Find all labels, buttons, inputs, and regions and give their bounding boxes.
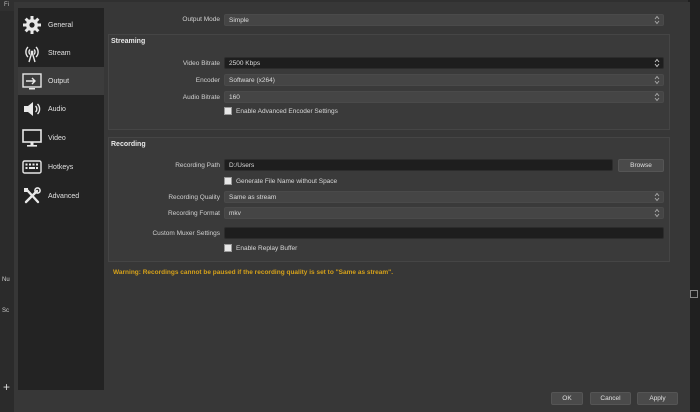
audio-bitrate-value: 160 [229,93,240,101]
output-mode-label: Output Mode [182,16,220,23]
background-right-control[interactable] [690,290,698,298]
recording-format-select[interactable]: mkv [224,207,664,219]
advanced-encoder-checkbox[interactable] [224,107,232,115]
recording-quality-value: Same as stream [229,193,277,201]
recording-quality-label: Recording Quality [168,194,220,201]
recording-path-label: Recording Path [175,162,220,169]
broadcast-icon [22,43,42,63]
output-icon [22,71,42,91]
select-arrows-icon [654,15,660,25]
custom-muxer-label: Custom Muxer Settings [152,230,220,237]
sidebar-item-label: Hotkeys [48,163,74,171]
browse-button[interactable]: Browse [618,159,664,172]
recording-warning: Warning: Recordings cannot be paused if … [113,269,394,276]
replay-buffer-checkbox[interactable] [224,244,232,252]
sidebar-item-label: General [48,21,73,29]
streaming-title: Streaming [111,38,146,45]
background-left-fragment: Sc [2,308,10,314]
keyboard-icon [22,157,42,177]
video-bitrate-value: 2500 Kbps [229,59,261,67]
recording-format-value: mkv [229,209,241,217]
sidebar-item-label: Output [48,77,70,85]
settings-sidebar: General Stream Output Audio Video Hotkey… [18,8,104,390]
sidebar-item-advanced[interactable]: Advanced [18,182,104,210]
custom-muxer-input[interactable] [224,227,664,239]
background-left-fragment: Nu [2,277,10,283]
encoder-value: Software (x264) [229,76,275,84]
apply-button[interactable]: Apply [637,392,678,405]
cancel-button[interactable]: Cancel [590,392,631,405]
tools-icon [22,186,42,206]
no-space-label: Generate File Name without Space [236,177,338,185]
no-space-checkbox[interactable] [224,177,232,185]
recording-format-label: Recording Format [167,210,220,217]
recording-title: Recording [111,141,146,148]
background-title-fragment: Fi [4,2,9,8]
replay-buffer-label: Enable Replay Buffer [236,244,298,252]
audio-bitrate-label: Audio Bitrate [182,94,220,101]
sidebar-item-label: Stream [48,49,71,57]
sidebar-item-output[interactable]: Output [18,67,104,95]
sidebar-item-hotkeys[interactable]: Hotkeys [18,153,104,181]
sidebar-item-video[interactable]: Video [18,124,104,152]
sidebar-item-label: Video [48,134,66,142]
speaker-icon [22,99,42,119]
output-mode-value: Simple [229,16,249,24]
replay-buffer-checkbox-row[interactable]: Enable Replay Buffer [224,244,297,252]
select-arrows-icon [654,92,660,102]
gear-icon [22,15,42,35]
select-arrows-icon [654,208,660,218]
encoder-label: Encoder [195,77,220,84]
sidebar-item-label: Audio [48,105,66,113]
advanced-encoder-label: Enable Advanced Encoder Settings [236,107,338,115]
background-add-button[interactable]: + [3,380,10,394]
no-space-checkbox-row[interactable]: Generate File Name without Space [224,177,337,185]
video-bitrate-label: Video Bitrate [182,60,220,67]
select-arrows-icon [654,192,660,202]
recording-path-value: D:/Users [229,161,255,169]
recording-quality-select[interactable]: Same as stream [224,191,664,203]
select-arrows-icon [654,75,660,85]
video-bitrate-spinbox[interactable]: 2500 Kbps [224,57,664,69]
monitor-icon [22,128,42,148]
sidebar-item-label: Advanced [48,192,80,200]
encoder-select[interactable]: Software (x264) [224,74,664,86]
advanced-encoder-checkbox-row[interactable]: Enable Advanced Encoder Settings [224,107,338,115]
sidebar-item-audio[interactable]: Audio [18,95,104,123]
sidebar-item-general[interactable]: General [18,11,104,39]
spin-arrows-icon[interactable] [654,58,660,68]
ok-button[interactable]: OK [551,392,583,405]
audio-bitrate-select[interactable]: 160 [224,91,664,103]
sidebar-item-stream[interactable]: Stream [18,39,104,67]
recording-path-input[interactable]: D:/Users [224,159,613,171]
output-mode-select[interactable]: Simple [224,14,664,26]
